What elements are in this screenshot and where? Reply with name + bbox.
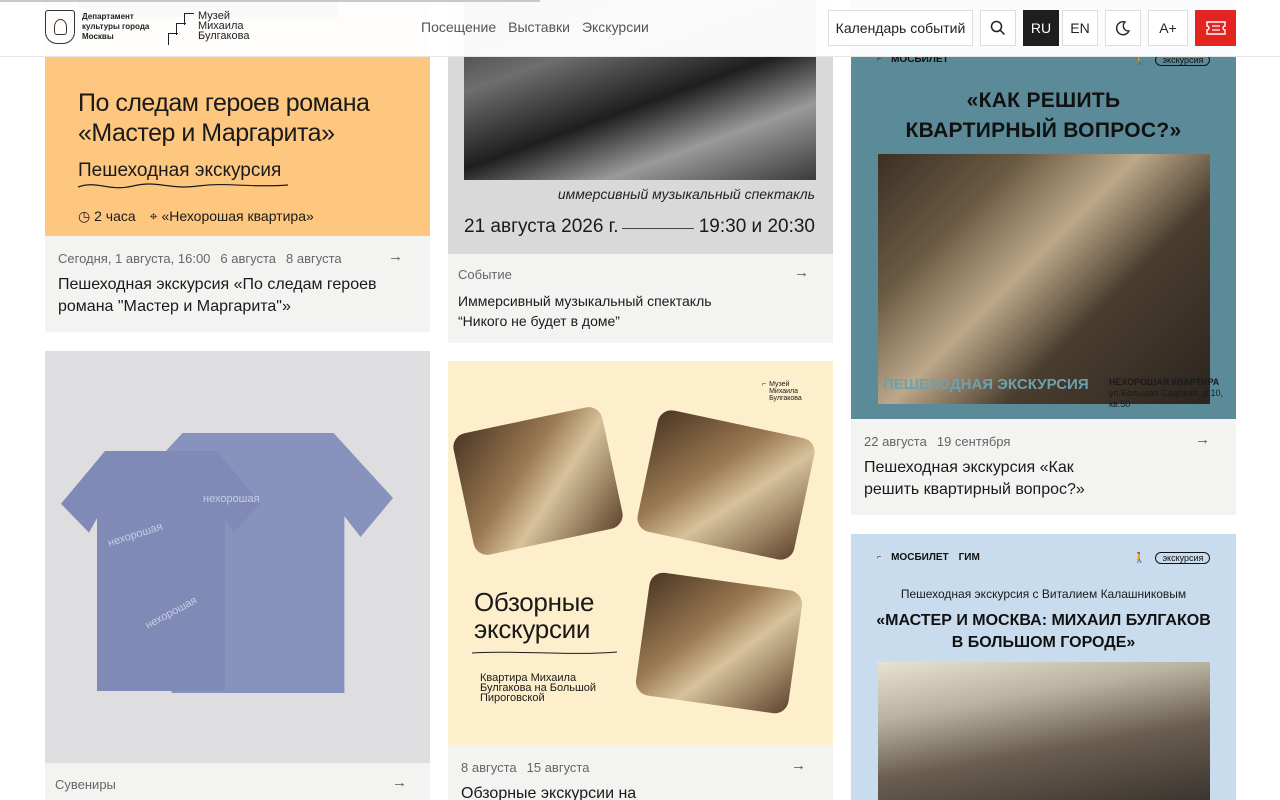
card-image-teal[interactable]: ⌐ МОСБИЛЕТ 🚶 экскурсия «КАК РЕШИТЬ КВАРТ… (851, 0, 1236, 419)
card-heading: «МАСТЕР И МОСКВА: МИХАИЛ БУЛГАКОВ В БОЛЬ… (876, 612, 1211, 651)
card-title[interactable]: Иммерсивный музыкальный спектакль “Никог… (458, 291, 758, 331)
nav-exhibitions[interactable]: Выставки (508, 19, 570, 35)
location-pin-icon: ⌖ (149, 208, 158, 224)
stairs-logo-icon: ⌐ (762, 381, 767, 388)
nav-visit[interactable]: Посещение (421, 19, 496, 35)
card-dates: Сегодня, 1 августа, 16:00 6 августа 8 ав… (58, 251, 342, 266)
ticket-icon (1205, 21, 1226, 35)
card-image-blue[interactable]: ⌐ МОСБИЛЕТ ГИМ 🚶 экскурсия Пешеходная эк… (851, 534, 1236, 800)
site-header: Департамент культуры города Москвы Музей… (0, 0, 1280, 57)
card-dates: 22 августа 19 сентября (864, 434, 1011, 449)
card-tag: ПЕШЕХОДНАЯ ЭКСКУРСИЯ (883, 376, 1089, 393)
arrow-right-icon[interactable]: → (1195, 431, 1210, 448)
museum-mini-logo-icon: ⌐ (877, 56, 882, 63)
card-heading: По следам героев романа «Мастер и Маргар… (78, 89, 370, 147)
card-time: 19:30 и 20:30 (698, 216, 815, 237)
card-heading: «КАК РЕШИТЬ КВАРТИРНЫЙ ВОПРОС?» (905, 89, 1182, 142)
main-nav: Посещение Выставки Экскурсии (421, 19, 649, 35)
excursion-pill: 🚶 экскурсия (1133, 552, 1211, 564)
nav-excursions[interactable]: Экскурсии (582, 19, 649, 35)
card-image-souvenir[interactable]: нехорошая нехорошая нехорошая (45, 351, 430, 763)
wave-decoration-icon (78, 183, 288, 189)
card-caption: иммерсивный музыкальный спектакль (557, 186, 815, 202)
card-heading: Обзорные экскурсии (474, 587, 595, 644)
card-photo (450, 404, 626, 558)
scroll-progress (0, 0, 540, 2)
card-info: ◷ 2 часа ⌖ «Нехорошая квартира» (78, 208, 314, 224)
partner-logos: ⌐ МОСБИЛЕТ ГИМ (877, 552, 980, 563)
excursion-card-housing[interactable]: 22 августа 19 сентября → Пешеходная экск… (851, 419, 1236, 515)
shirt-print: нехорошая (203, 493, 260, 505)
moon-icon (1115, 21, 1131, 36)
card-photo (634, 407, 818, 563)
card-title[interactable]: Обзорные экскурсии на (461, 783, 761, 800)
card-lead: Пешеходная экскурсия с Виталием Калашник… (900, 587, 1187, 601)
card-photo (634, 570, 804, 716)
card-title[interactable]: Пешеходная экскурсия «По следам героев р… (58, 274, 378, 318)
museum-name: Музей Михаила Булгакова (198, 10, 250, 42)
arrow-right-icon[interactable]: → (388, 248, 403, 265)
dept-text: Департамент культуры города Москвы (82, 12, 150, 41)
card-category: Сувениры (55, 777, 116, 792)
moscow-emblem-icon (45, 10, 75, 44)
calendar-button[interactable]: Календарь событий (828, 10, 973, 46)
clock-icon: ◷ (78, 208, 91, 224)
divider (622, 228, 694, 229)
underline-decoration-icon (472, 651, 617, 654)
card-photo (878, 154, 1210, 404)
card-dates: 8 августа 15 августа (461, 760, 590, 775)
lang-en-button[interactable]: EN (1062, 10, 1098, 46)
card-category: Событие (458, 267, 512, 282)
card-subtitle: Пешеходная экскурсия (78, 160, 282, 181)
walker-icon: 🚶 (1133, 552, 1146, 564)
search-icon (990, 20, 1006, 36)
museum-logo[interactable]: Музей Михаила Булгакова (168, 11, 249, 45)
card-subtitle: Квартира Михаила Булгакова на Большой Пи… (480, 672, 597, 704)
event-card-immersive[interactable]: Событие → Иммерсивный музыкальный спекта… (448, 254, 833, 343)
arrow-right-icon[interactable]: → (791, 757, 806, 774)
museum-mini-logo: ⌐ Музей Михаила Булгакова (762, 381, 802, 402)
excursion-card-masters-heroes[interactable]: Сегодня, 1 августа, 16:00 6 августа 8 ав… (45, 236, 430, 332)
dept-logo[interactable]: Департамент культуры города Москвы (45, 10, 152, 44)
tickets-button[interactable] (1195, 10, 1236, 46)
arrow-right-icon[interactable]: → (794, 264, 809, 281)
font-size-button[interactable]: A+ (1148, 10, 1188, 46)
card-image-yellow[interactable]: ⌐ Музей Михаила Булгакова Обзорные экскурс… (448, 361, 833, 745)
card-photo (878, 662, 1210, 800)
arrow-right-icon[interactable]: → (392, 774, 407, 791)
card-place: НЕХОРОШАЯ КВАРТИРА ул.Большая Садовая, д… (1109, 377, 1223, 409)
card-date: 21 августа 2026 г. (464, 216, 619, 237)
stairs-logo-icon (168, 11, 194, 45)
theme-toggle-button[interactable] (1105, 10, 1141, 46)
search-button[interactable] (980, 10, 1016, 46)
excursion-card-overview[interactable]: 8 августа 15 августа → Обзорные экскурси… (448, 745, 833, 800)
card-title[interactable]: Пешеходная экскурсия «Как решить квартир… (864, 457, 1124, 501)
lang-ru-button[interactable]: RU (1023, 10, 1059, 46)
souvenir-card[interactable]: Сувениры → (45, 763, 430, 800)
museum-mini-logo-icon: ⌐ (877, 554, 882, 561)
